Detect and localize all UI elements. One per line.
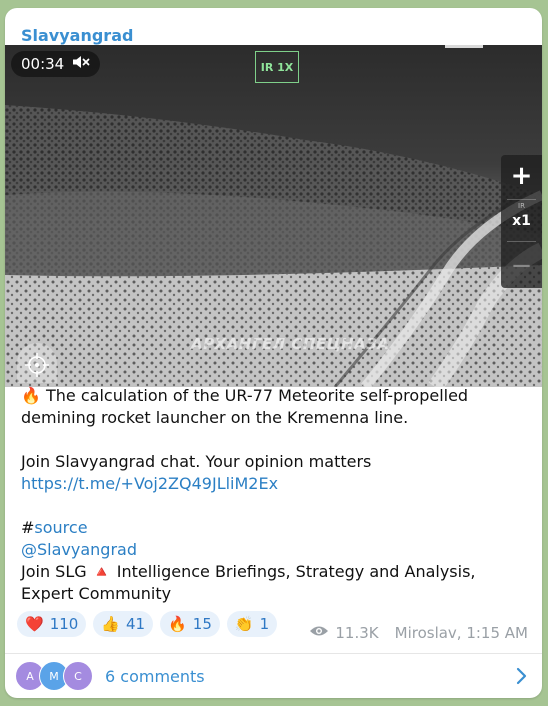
video-top-tab: [445, 45, 483, 48]
red-triangle-emoji: 🔺: [91, 562, 112, 581]
reaction-clap[interactable]: 👏 1: [226, 611, 278, 637]
avatar: C: [63, 661, 93, 691]
hashtag-prefix: #: [21, 518, 35, 537]
message-bubble: Slavyangrad 00:34 IR 1X + IR x1 − АРХАНГ…: [5, 8, 542, 698]
hashtag-link[interactable]: source: [34, 518, 87, 537]
zoom-out-icon: −: [510, 251, 533, 281]
video-duration: 00:34: [21, 55, 65, 73]
comments-button[interactable]: A M C 6 comments: [15, 656, 532, 696]
commenter-avatars: A M C: [15, 661, 99, 691]
view-count: 11.3K: [335, 624, 379, 642]
muted-speaker-icon[interactable]: [72, 55, 90, 73]
zoom-in-icon: +: [510, 161, 533, 191]
reactions-bar: ❤️ 110 👍 41 🔥 15 👏 1: [17, 611, 278, 637]
video-player[interactable]: 00:34 IR 1X + IR x1 − АРХАНГЕЛ СПЕЦНАЗА: [5, 45, 542, 387]
author-time: Miroslav, 1:15 AM: [394, 624, 528, 642]
post-footer: Join SLG 🔺 Intelligence Briefings, Strat…: [21, 561, 531, 605]
fire-emoji: 🔥: [168, 615, 187, 633]
channel-name[interactable]: Slavyangrad: [21, 26, 133, 45]
zoom-level: x1: [512, 213, 531, 229]
ir-mode-indicator: IR 1X: [255, 51, 299, 83]
heart-emoji: ❤️: [25, 615, 44, 633]
mention-link[interactable]: @Slavyangrad: [21, 540, 137, 559]
reaction-count: 15: [192, 615, 212, 633]
fire-emoji: 🔥: [21, 386, 41, 405]
reaction-thumbs-up[interactable]: 👍 41: [93, 611, 154, 637]
reaction-fire[interactable]: 🔥 15: [160, 611, 220, 637]
post-line2: Join Slavyangrad chat. Your opinion matt…: [21, 452, 372, 471]
clap-emoji: 👏: [234, 615, 254, 633]
reaction-count: 110: [49, 615, 79, 633]
comments-count-label: 6 comments: [105, 666, 205, 686]
zoom-panel: + IR x1 −: [501, 155, 542, 288]
reaction-count: 1: [259, 615, 270, 633]
zoom-divider: [507, 199, 536, 200]
eye-icon: [309, 624, 329, 642]
message-text: 🔥 The calculation of the UR-77 Meteorite…: [21, 385, 531, 605]
chevron-right-icon: [516, 667, 528, 689]
thumbs-up-emoji: 👍: [101, 615, 121, 633]
video-watermark: АРХАНГЕЛ СПЕЦНАЗА: [191, 335, 390, 353]
comments-divider: [5, 653, 542, 654]
post-line1: The calculation of the UR-77 Meteorite s…: [21, 386, 469, 427]
crosshair-icon: [25, 353, 49, 377]
zoom-ir-label: IR: [518, 202, 525, 210]
footer-post: Intelligence Briefings, Strategy and Ana…: [21, 562, 476, 603]
reaction-count: 41: [126, 615, 146, 633]
reaction-heart[interactable]: ❤️ 110: [17, 611, 87, 637]
footer-pre: Join SLG: [21, 562, 87, 581]
chat-invite-link[interactable]: https://t.me/+Voj2ZQ49JLliM2Ex: [21, 474, 278, 493]
message-meta: 11.3K Miroslav, 1:15 AM: [309, 624, 528, 642]
zoom-divider: [507, 241, 536, 242]
video-duration-badge[interactable]: 00:34: [11, 51, 101, 77]
hashtag-line: #source: [21, 517, 531, 539]
crosshair-button: [17, 343, 57, 383]
post-headline: 🔥 The calculation of the UR-77 Meteorite…: [21, 385, 531, 429]
